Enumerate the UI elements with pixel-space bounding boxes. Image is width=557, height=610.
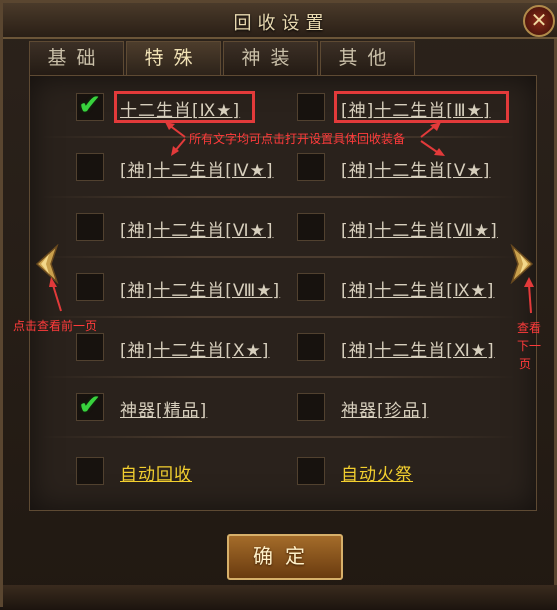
tab-basic[interactable]: 基础 [29,41,124,75]
confirm-button[interactable]: 确定 [227,534,343,580]
annotation-right-note-1: 查看 [517,321,542,335]
item-label-divine-zodiac-4[interactable]: [神]十二生肖[Ⅳ★] [120,156,273,181]
checkbox-divine-zodiac-6[interactable] [76,213,104,241]
bottom-frame [3,585,557,610]
annotation-center-note: 所有文字均可点击打开设置具体回收装备 [189,132,406,146]
item-label-divine-zodiac-10[interactable]: [神]十二生肖[Ⅹ★] [120,336,269,361]
item-label-divine-zodiac-6[interactable]: [神]十二生肖[Ⅵ★] [120,216,273,241]
row-separator [41,376,516,378]
row-separator [41,256,516,258]
annotation-left-note: 点击查看前一页 [13,319,98,333]
row-separator [41,316,516,318]
title-bar: 回收设置 [3,3,557,39]
item-label-divine-zodiac-7[interactable]: [神]十二生肖[Ⅶ★] [341,216,498,241]
item-label-divine-zodiac-8[interactable]: [神]十二生肖[Ⅷ★] [120,276,280,301]
checkbox-divine-zodiac-4[interactable] [76,153,104,181]
checkbox-auto-recycle[interactable] [76,457,104,485]
annotation-right-note-3: 页 [519,357,532,371]
annotation-right-note-2: 下一 [517,339,542,353]
item-label-divine-zodiac-9[interactable]: [神]十二生肖[Ⅸ★] [341,276,494,301]
tab-bar: 基础 特殊 神装 其他 [29,41,537,75]
item-label-auto-recycle[interactable]: 自动回收 [120,460,192,485]
item-label-auto-fire-sacrifice[interactable]: 自动火祭 [341,460,413,485]
close-button[interactable]: ✕ [523,5,555,37]
annotation-arrow-right [524,277,534,314]
item-label-artifact-fine[interactable]: 神器[精品] [120,396,207,421]
checkmark-icon: ✔ [78,88,102,121]
checkbox-artifact-fine[interactable]: ✔ [76,388,104,421]
checkbox-divine-zodiac-7[interactable] [297,213,325,241]
checkbox-divine-zodiac-9[interactable] [297,273,325,301]
checkbox-divine-zodiac-11[interactable] [297,333,325,361]
checkbox-artifact-rare[interactable] [297,393,325,421]
window-title: 回收设置 [233,13,330,34]
tab-other[interactable]: 其他 [320,41,415,75]
checkbox-zodiac-9[interactable]: ✔ [76,88,104,121]
row-separator [41,196,516,198]
item-label-divine-zodiac-5[interactable]: [神]十二生肖[Ⅴ★] [341,156,490,181]
tab-divine-equipment[interactable]: 神装 [223,41,318,75]
row-separator [41,436,516,438]
annotation-arrow-left [49,277,62,312]
close-icon: ✕ [530,8,548,32]
checkmark-icon: ✔ [78,388,102,421]
item-label-divine-zodiac-11[interactable]: [神]十二生肖[Ⅺ★] [341,336,495,361]
checkbox-divine-zodiac-8[interactable] [76,273,104,301]
recycle-settings-window: 回收设置 ✕ 基础 特殊 神装 其他 ✔ 十二生肖[Ⅸ★] [神]十二生肖[Ⅲ★… [0,0,557,610]
item-label-artifact-rare[interactable]: 神器[珍品] [341,396,428,421]
checkbox-divine-zodiac-10[interactable] [76,333,104,361]
checkbox-auto-fire-sacrifice[interactable] [297,457,325,485]
tab-special[interactable]: 特殊 [126,41,221,75]
checkbox-divine-zodiac-3[interactable] [297,93,325,121]
